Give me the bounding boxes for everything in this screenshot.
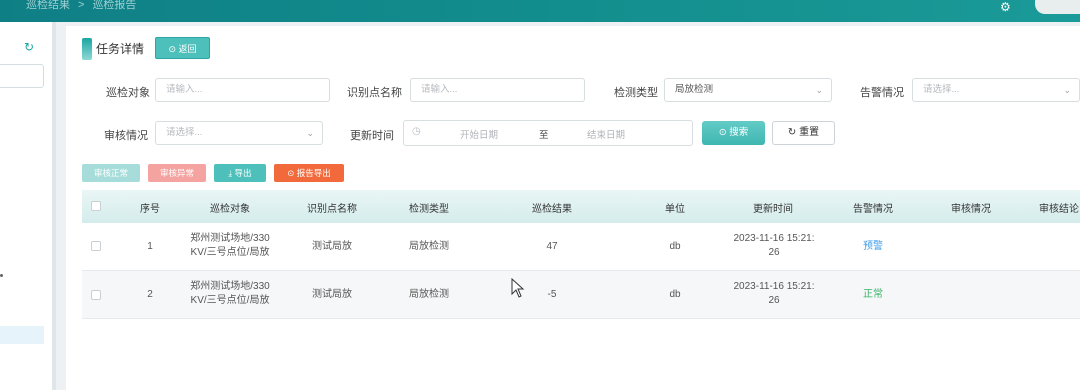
end-date-input[interactable]: 结束日期 [587,127,625,141]
row-checkbox[interactable] [91,241,101,251]
top-header: 巡检结果 > 巡检报告 ⚙ [0,0,1080,22]
mouse-cursor-icon [511,278,525,298]
cell-unit: db [669,241,681,252]
table-row[interactable]: 1 郑州测试场地/330 KV/三号点位/局放 测试局放 局放检测 47 db 2… [82,223,1080,271]
approve-button[interactable]: 审核正常 [82,164,140,182]
reset-button[interactable]: ↻ 重置 [772,121,835,145]
cell-index: 1 [147,241,153,252]
search-button[interactable]: ⊙ 搜索 [702,121,765,145]
row-checkbox[interactable] [91,290,101,300]
alarm-select[interactable]: 请选择... ⌄ [912,78,1080,102]
cell-time: 2023-11-16 15:21: 26 [733,233,815,258]
cell-index: 2 [147,289,153,300]
sidebar-search-input[interactable] [0,64,44,88]
user-menu[interactable] [1035,0,1080,14]
page-title: 任务详情 [96,42,145,56]
cell-time: 2023-11-16 15:21: 26 [733,281,815,306]
cell-point: 测试局放 [312,289,352,300]
cell-target: 郑州测试场地/330 KV/三号点位/局放 [190,281,270,306]
point-label: 识别点名称 [347,87,402,99]
cell-type: 局放检测 [409,241,449,252]
cell-alarm-status: 正常 [863,289,883,300]
target-input[interactable]: 请输入... [155,78,330,102]
breadcrumb-current: 巡检报告 [92,0,137,11]
cell-alarm-status: 预警 [863,241,883,252]
table-header: 序号 巡检对象 识别点名称 检测类型 巡检结果 单位 更新时间 告警情况 审核情… [82,190,1080,223]
cell-point: 测试局放 [312,241,352,252]
type-label: 检测类型 [614,87,658,99]
col-target: 巡检对象 [210,204,250,215]
table-row[interactable]: 2 郑州测试场地/330 KV/三号点位/局放 测试局放 局放检测 -5 db 2… [82,271,1080,319]
alarm-label: 告警情况 [860,87,904,99]
clock-icon: ◷ [412,126,421,137]
refresh-icon[interactable]: ↻ [24,40,34,54]
start-date-input[interactable]: 开始日期 [460,127,498,141]
title-marker [82,38,92,60]
time-label: 更新时间 [350,130,394,142]
sidebar-selected-item[interactable] [0,326,44,344]
breadcrumb: 巡检结果 > 巡检报告 [22,0,140,12]
date-range-separator: 至 [539,130,549,141]
col-time: 更新时间 [753,204,793,215]
col-conclusion: 审核结论 [1039,204,1079,215]
sidebar: ↻ [0,22,56,390]
tree-node-marker [0,274,3,277]
type-select[interactable]: 局放检测 ⌄ [664,78,832,102]
chevron-down-icon: ⌄ [1063,85,1071,95]
col-result: 巡检结果 [532,204,572,215]
select-all-checkbox[interactable] [91,201,101,211]
cell-unit: db [669,289,681,300]
chevron-down-icon: ⌄ [815,85,823,95]
review-label: 审核情况 [104,130,148,142]
col-index: 序号 [140,204,160,215]
reject-button[interactable]: 审核异常 [148,164,206,182]
col-review: 审核情况 [951,204,991,215]
breadcrumb-parent[interactable]: 巡检结果 [26,0,70,11]
cell-result: -5 [547,289,557,300]
col-unit: 单位 [665,204,685,215]
col-type: 检测类型 [409,204,449,215]
date-range-picker[interactable]: ◷ 开始日期 至 结束日期 [403,120,693,146]
export-button[interactable]: ⤓ 导出 [214,164,266,182]
report-export-button[interactable]: ⊙ 报告导出 [274,164,344,182]
chevron-down-icon: ⌄ [306,128,314,138]
target-label: 巡检对象 [106,87,150,99]
review-select[interactable]: 请选择... ⌄ [155,121,323,145]
cell-target: 郑州测试场地/330 KV/三号点位/局放 [190,233,270,258]
cell-type: 局放检测 [409,289,449,300]
point-input[interactable]: 请输入... [410,78,585,102]
col-point: 识别点名称 [307,204,357,215]
breadcrumb-separator: > [78,0,85,11]
back-button[interactable]: ⊙ 返回 [155,37,210,59]
cell-result: 47 [546,241,558,252]
settings-icon[interactable]: ⚙ [1000,0,1011,14]
col-alarm: 告警情况 [853,204,893,215]
